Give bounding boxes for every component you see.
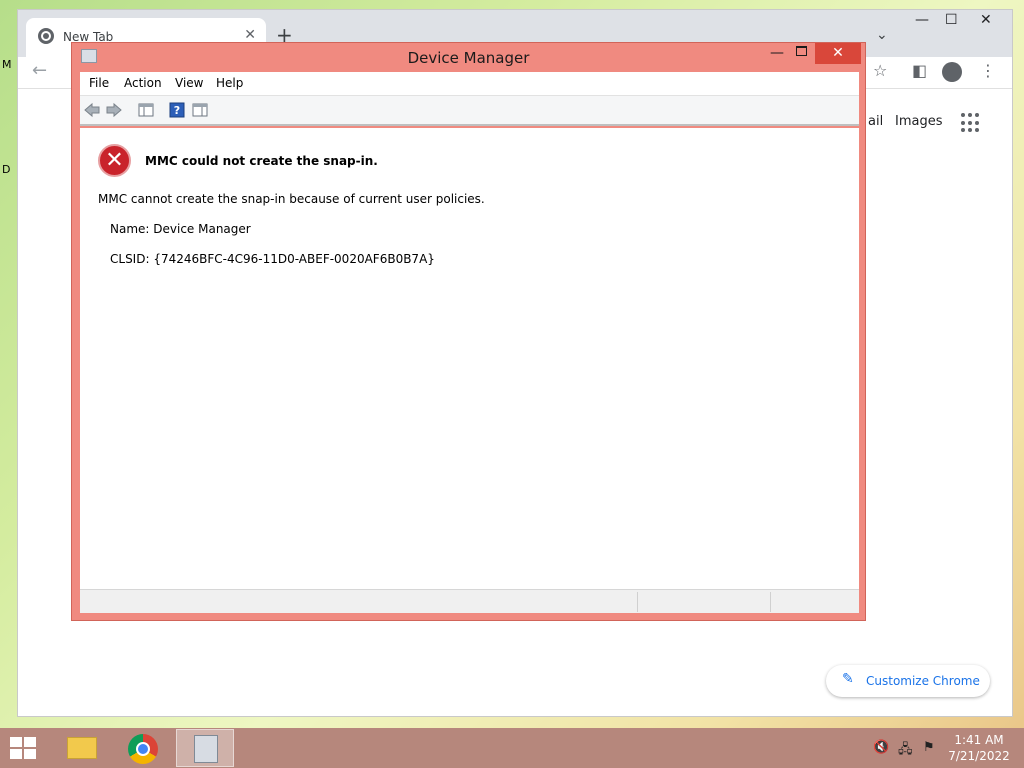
taskbar-chrome-button[interactable]	[114, 729, 172, 767]
help-icon[interactable]: ?	[169, 102, 185, 118]
taskbar-file-explorer-button[interactable]	[52, 729, 110, 767]
minimize-button[interactable]: —	[770, 45, 784, 61]
windows-start-icon[interactable]	[10, 737, 38, 759]
svg-text:?: ?	[174, 104, 180, 117]
action-center-flag-icon[interactable]: ⚑	[923, 740, 935, 755]
menu-file[interactable]: File	[89, 76, 109, 90]
device-manager-icon	[194, 735, 218, 763]
pencil-icon: ✎	[842, 671, 854, 687]
customize-chrome-button[interactable]: ✎ Customize Chrome	[826, 665, 990, 697]
window-title: Device Manager	[407, 49, 530, 67]
desktop-edge-letter: M	[2, 58, 12, 71]
volume-muted-icon[interactable]: 🔇	[873, 740, 889, 755]
file-explorer-icon	[67, 737, 97, 759]
error-message: MMC cannot create the snap-in because of…	[98, 192, 485, 206]
back-arrow-icon[interactable]: ←	[32, 60, 47, 81]
taskbar-device-manager-button[interactable]	[176, 729, 234, 767]
chrome-minimize-button[interactable]: —	[915, 12, 929, 28]
error-heading: MMC could not create the snap-in.	[145, 154, 378, 168]
snap-in-clsid: CLSID: {74246BFC-4C96-11D0-ABEF-0020AF6B…	[110, 252, 435, 266]
profile-avatar-icon[interactable]	[942, 62, 962, 82]
bookmark-star-icon[interactable]: ☆	[873, 61, 887, 80]
error-content-pane: ✕ MMC could not create the snap-in. MMC …	[80, 128, 859, 589]
back-arrow-icon[interactable]	[84, 102, 100, 118]
side-panel-icon[interactable]: ◧	[912, 61, 927, 80]
status-bar	[80, 589, 859, 613]
tab-search-icon[interactable]: ⌄	[876, 27, 888, 43]
show-hide-console-tree-icon[interactable]	[138, 102, 154, 118]
device-manager-window: Device Manager — ✕ File Action View Help…	[71, 42, 866, 621]
status-divider	[637, 592, 638, 612]
error-icon: ✕	[98, 144, 131, 177]
close-button[interactable]: ✕	[815, 43, 861, 64]
google-apps-icon[interactable]	[961, 113, 981, 133]
chrome-favicon-icon	[38, 28, 54, 44]
chrome-menu-icon[interactable]: ⋮	[980, 61, 996, 80]
chrome-maximize-button[interactable]: ☐	[945, 12, 958, 28]
forward-arrow-icon[interactable]	[106, 102, 122, 118]
menu-bar: File Action View Help	[80, 72, 859, 96]
network-icon[interactable]: 🖧	[898, 740, 913, 762]
clock-date: 7/21/2022	[948, 749, 1010, 763]
taskbar: 🔇 🖧 ⚑ 1:41 AM 7/21/2022	[0, 728, 1024, 768]
status-divider	[770, 592, 771, 612]
clock-time: 1:41 AM	[954, 733, 1004, 747]
show-hide-action-pane-icon[interactable]	[192, 102, 208, 118]
menu-help[interactable]: Help	[216, 76, 243, 90]
mmc-toolbar: ?	[80, 96, 859, 126]
gmail-link[interactable]: ail	[868, 114, 883, 129]
tab-close-icon[interactable]: ✕	[244, 27, 256, 43]
chrome-close-button[interactable]: ✕	[980, 12, 992, 28]
menu-view[interactable]: View	[175, 76, 203, 90]
desktop-edge-letter: D	[2, 163, 11, 176]
maximize-button[interactable]	[796, 46, 807, 56]
images-link[interactable]: Images	[895, 114, 943, 129]
chrome-icon	[128, 734, 158, 764]
snap-in-name: Name: Device Manager	[110, 222, 251, 236]
customize-chrome-label: Customize Chrome	[866, 674, 980, 688]
taskbar-clock[interactable]: 1:41 AM 7/21/2022	[940, 732, 1018, 764]
menu-action[interactable]: Action	[124, 76, 162, 90]
